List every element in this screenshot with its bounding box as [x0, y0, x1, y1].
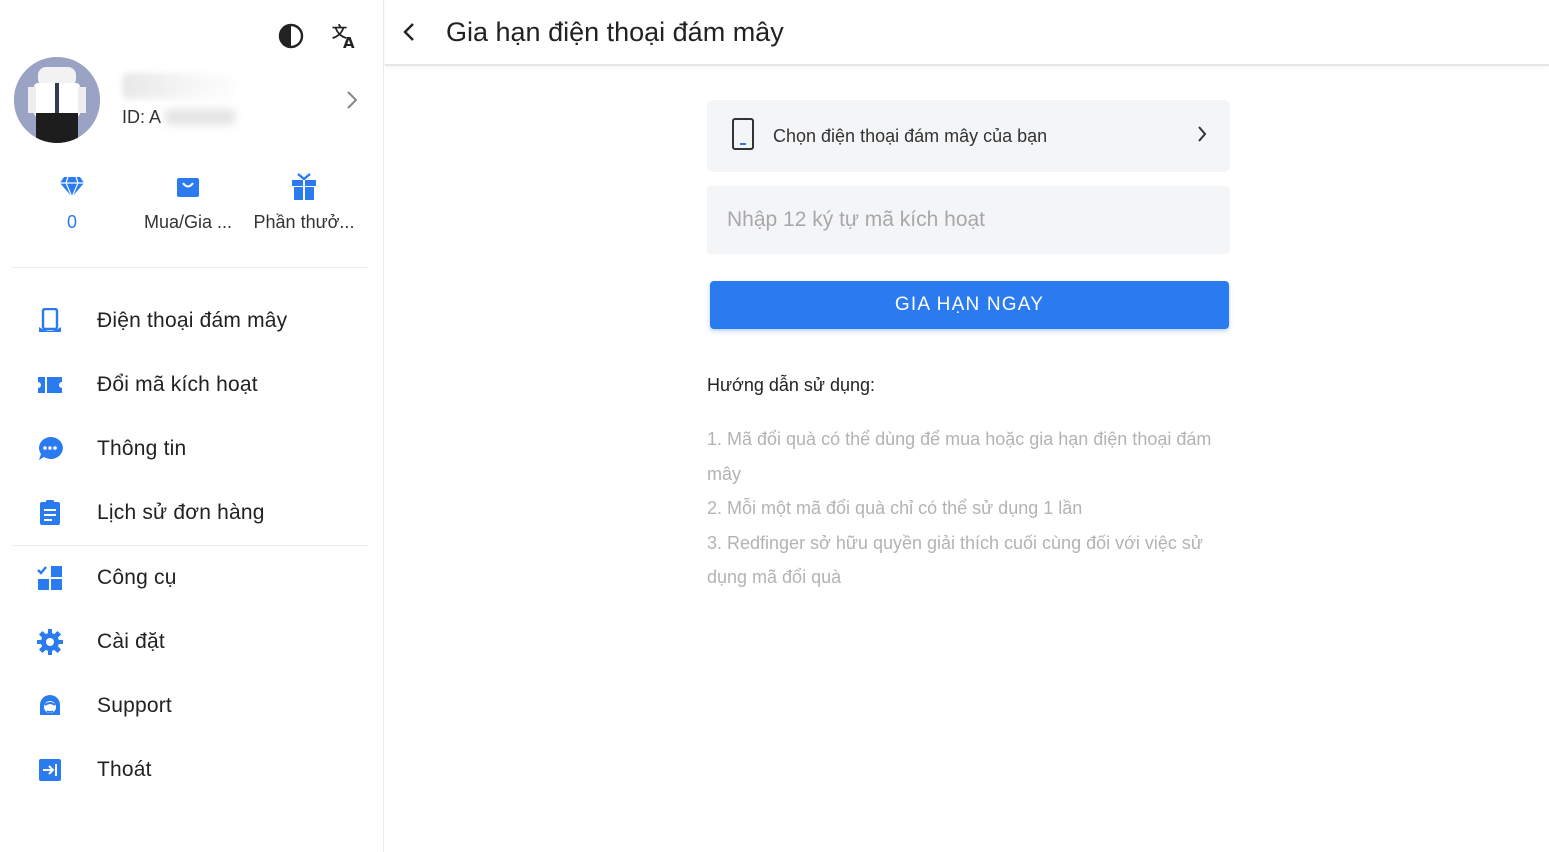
order-history-icon — [36, 499, 64, 527]
sidebar-item-label: Công cụ — [97, 566, 177, 589]
svg-text:A: A — [343, 34, 355, 50]
sidebar-top-icons: 文 A — [277, 22, 359, 50]
diamond-count: 0 — [66, 212, 77, 232]
settings-icon — [36, 628, 64, 656]
sidebar-item-settings[interactable]: Cài đặt — [0, 610, 384, 674]
select-cloud-phone-button[interactable]: Chọn điện thoại đám mây của bạn — [707, 100, 1230, 172]
avatar[interactable] — [14, 57, 100, 143]
quick-action-rewards[interactable]: Phần thưở... — [246, 172, 362, 233]
sidebar-item-tools[interactable]: Công cụ — [0, 546, 384, 610]
sidebar-item-cloud-phone[interactable]: Điện thoại đám mây — [0, 289, 384, 353]
guide-item: 2. Mỗi một mã đổi quà chỉ có thể sử dụng… — [707, 498, 1083, 518]
cloud-phone-icon — [36, 307, 64, 335]
sidebar-item-label: Điện thoại đám mây — [97, 309, 288, 332]
quick-actions: 0 Mua/Gia ... Phần thưở... — [14, 172, 364, 233]
guide-list: 1. Mã đổi quà có thể dùng để mua hoặc gi… — [707, 422, 1230, 595]
sidebar-item-label: Cài đặt — [97, 630, 165, 653]
quick-action-buy-renew[interactable]: Mua/Gia ... — [130, 172, 246, 233]
sidebar-item-redeem-code[interactable]: Đổi mã kích hoạt — [0, 353, 384, 417]
page-title: Gia hạn điện thoại đám mây — [446, 16, 784, 47]
profile-card[interactable]: ID: A — [14, 56, 364, 144]
select-phone-label: Chọn điện thoại đám mây của bạn — [773, 125, 1048, 146]
renew-form: Chọn điện thoại đám mây của bạn GIA HẠN … — [707, 100, 1230, 595]
logout-icon — [36, 756, 64, 784]
sidebar-item-logout[interactable]: Thoát — [0, 738, 384, 802]
ticket-icon — [36, 371, 64, 399]
profile-id: ID: A — [122, 107, 340, 128]
back-button[interactable] — [389, 12, 429, 52]
buy-renew-label: Mua/Gia ... — [143, 212, 233, 232]
sidebar-item-label: Thông tin — [97, 437, 187, 460]
sidebar-item-label: Thoát — [97, 758, 152, 781]
translate-icon[interactable]: 文 A — [331, 22, 359, 50]
sidebar-menu-secondary: Công cụ Cài đặt Support Thoát — [0, 546, 384, 802]
page-header: Gia hạn điện thoại đám mây — [385, 0, 1549, 66]
chevron-left-icon — [403, 23, 414, 41]
quick-action-diamonds[interactable]: 0 — [14, 172, 130, 233]
sidebar-item-messages[interactable]: Thông tin — [0, 417, 384, 481]
tools-icon — [36, 564, 64, 592]
rewards-label: Phần thưở... — [253, 212, 355, 232]
sidebar-item-label: Đổi mã kích hoạt — [97, 373, 258, 396]
message-icon — [36, 435, 64, 463]
profile-name-blurred — [122, 72, 242, 99]
activation-code-input[interactable] — [707, 186, 1230, 254]
chevron-right-icon — [1196, 125, 1208, 148]
phone-icon — [731, 117, 755, 155]
profile-id-blurred — [165, 109, 236, 125]
profile-info: ID: A — [122, 72, 340, 128]
sidebar-item-label: Lịch sử đơn hàng — [97, 501, 265, 524]
diamond-icon — [59, 172, 85, 202]
support-icon — [36, 692, 64, 720]
sidebar-divider — [12, 267, 368, 268]
profile-id-label: ID: A — [122, 106, 162, 127]
contrast-icon[interactable] — [277, 22, 305, 50]
guide-title: Hướng dẫn sử dụng: — [707, 375, 876, 395]
sidebar-menu-primary: Điện thoại đám mây Đổi mã kích hoạt Thôn… — [0, 289, 384, 545]
chevron-right-icon — [340, 88, 364, 112]
sidebar-item-support[interactable]: Support — [0, 674, 384, 738]
sidebar-item-order-history[interactable]: Lịch sử đơn hàng — [0, 481, 384, 545]
shopping-bag-icon — [176, 172, 200, 202]
gift-icon — [291, 172, 317, 202]
sidebar-item-label: Support — [97, 694, 172, 717]
guide-item: 1. Mã đổi quà có thể dùng để mua hoặc gi… — [707, 429, 1212, 484]
guide-item: 3. Redfinger sở hữu quyền giải thích cuố… — [707, 532, 1203, 588]
sidebar: 文 A ID: A 0 Mua/Gia ... Phần thưở... Điệ… — [0, 0, 384, 852]
renew-now-button[interactable]: GIA HẠN NGAY — [710, 281, 1229, 329]
